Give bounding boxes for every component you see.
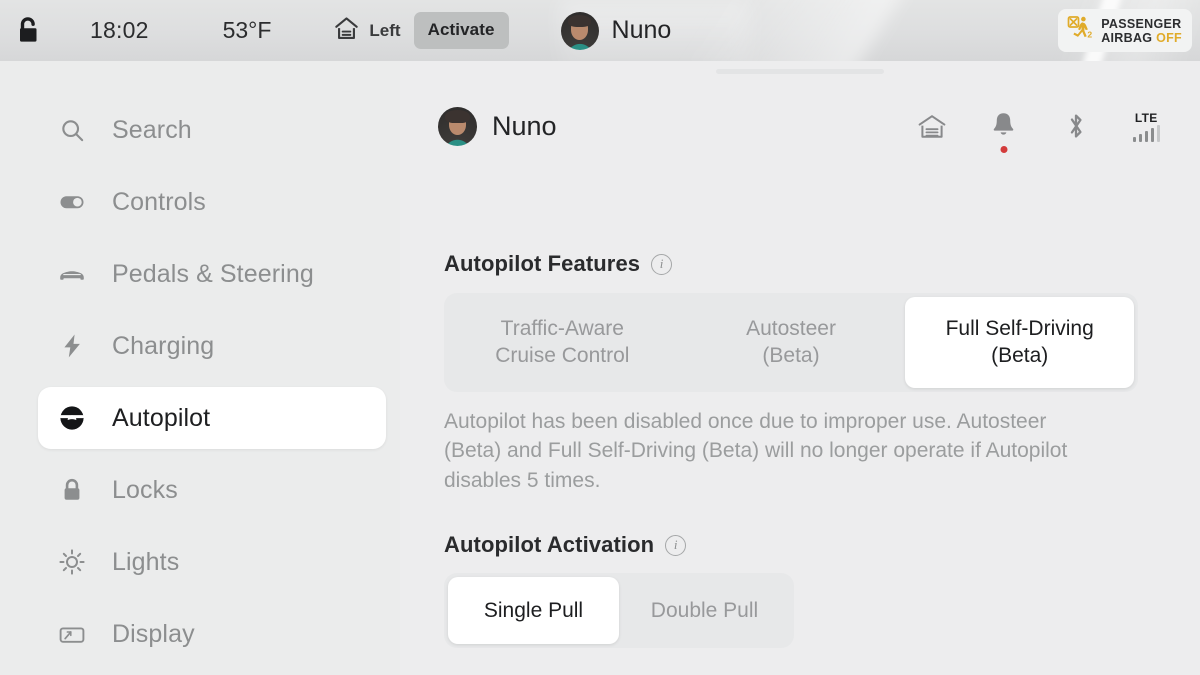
panel-header: Nuno LTE [438,101,1163,153]
airbag-state: OFF [1156,30,1182,45]
bluetooth-icon[interactable] [1061,109,1091,143]
notification-dot [1000,146,1007,153]
unlocked-padlock-icon[interactable] [14,15,42,47]
sidebar-item-label: Controls [112,187,206,216]
feature-option-autosteer-beta[interactable]: Autosteer (Beta) [677,297,906,388]
clock-time: 18:02 [90,17,149,43]
panel-profile-button[interactable]: Nuno [438,106,557,146]
network-type-label: LTE [1134,110,1158,125]
sidebar-item-label: Autopilot [112,403,211,432]
passenger-airbag-icon: 2 [1067,15,1093,46]
settings-sidebar: Search Controls Pedals & Steering Chargi… [0,61,400,675]
sidebar-item-label: Lights [112,547,180,576]
toggle-switch-icon [58,188,86,216]
display-screen-icon [58,620,86,648]
sidebar-item-label: Search [112,115,192,144]
autopilot-settings-panel: Nuno LTE Autopilot Features i Traffic-Aw… [400,61,1200,675]
avatar [560,11,599,50]
car-front-icon [58,260,86,288]
sun-light-icon [58,548,86,576]
driver-name: Nuno [611,16,672,44]
airbag-label-line1: PASSENGER [1101,16,1182,31]
autopilot-activation-segmented-control: Single Pull Double Pull [444,573,794,649]
lightning-bolt-icon [58,332,86,360]
option-line2: (Beta) [762,344,820,368]
activate-button[interactable]: Activate [413,12,509,49]
garage-control[interactable]: Left [333,15,401,47]
autopilot-features-title-row: Autopilot Features i [444,251,1164,277]
autopilot-features-segmented-control: Traffic-Aware Cruise Control Autosteer (Be… [444,293,1138,392]
tesla-settings-screen: 18:02 53°F Left Activate Nuno 2 PASSENGE… [0,0,1200,675]
panel-profile-name: Nuno [492,110,557,141]
bell-notification-icon[interactable] [989,109,1019,153]
sidebar-item-display[interactable]: Display [38,603,386,665]
search-icon [58,116,86,144]
info-circle-icon[interactable]: i [651,253,673,275]
garage-label: Left [369,20,401,40]
option-line1: Full Self-Driving [945,317,1094,340]
sidebar-item-charging[interactable]: Charging [38,315,386,377]
settings-content: Autopilot Features i Traffic-Aware Cruise… [444,251,1164,675]
sidebar-item-autopilot[interactable]: Autopilot [38,387,386,449]
autopilot-activation-title-row: Autopilot Activation i [444,532,1164,558]
airbag-label-line2: AIRBAG [1101,30,1153,45]
garage-home-icon [333,15,360,47]
driver-profile-button[interactable]: Nuno [560,11,672,50]
sidebar-item-pedals-steering[interactable]: Pedals & Steering [38,243,386,305]
activation-option-double-pull[interactable]: Double Pull [619,577,790,644]
sidebar-item-locks[interactable]: Locks [38,459,386,521]
passenger-airbag-status-badge: 2 PASSENGER AIRBAG OFF [1058,9,1192,52]
panel-drag-handle[interactable] [716,69,884,74]
autopilot-features-note: Autopilot has been disabled once due to … [444,409,1068,493]
sidebar-item-search[interactable]: Search [38,99,386,161]
feature-option-traffic-aware-cruise-control[interactable]: Traffic-Aware Cruise Control [448,297,677,388]
option-line1: Autosteer [746,317,836,340]
feature-option-full-self-driving-beta[interactable]: Full Self-Driving (Beta) [905,297,1135,388]
activation-option-single-pull[interactable]: Single Pull [448,577,619,645]
option-line2: (Beta) [991,344,1049,368]
signal-bars-icon [1132,125,1160,142]
sidebar-item-controls[interactable]: Controls [38,171,386,233]
status-bar: 18:02 53°F Left Activate Nuno 2 PASSENGE… [0,0,1200,61]
section-title: Autopilot Features [444,251,641,276]
steering-wheel-icon [58,404,86,432]
svg-text:2: 2 [1088,30,1093,40]
cellular-signal-indicator[interactable]: LTE [1132,110,1160,142]
sidebar-item-label: Locks [112,475,178,504]
panel-status-icons: LTE [917,109,1163,153]
sidebar-item-label: Pedals & Steering [112,259,314,288]
option-line1: Traffic-Aware [500,317,624,340]
avatar [438,106,477,146]
sidebar-item-label: Display [112,619,195,648]
padlock-icon [58,476,86,504]
sidebar-item-label: Charging [112,331,215,360]
outside-temperature: 53°F [222,17,272,43]
section-title: Autopilot Activation [444,532,655,558]
garage-door-icon[interactable] [917,109,947,143]
sidebar-item-lights[interactable]: Lights [38,531,386,593]
info-circle-icon[interactable]: i [665,534,687,556]
option-line2: Cruise Control [495,344,630,368]
